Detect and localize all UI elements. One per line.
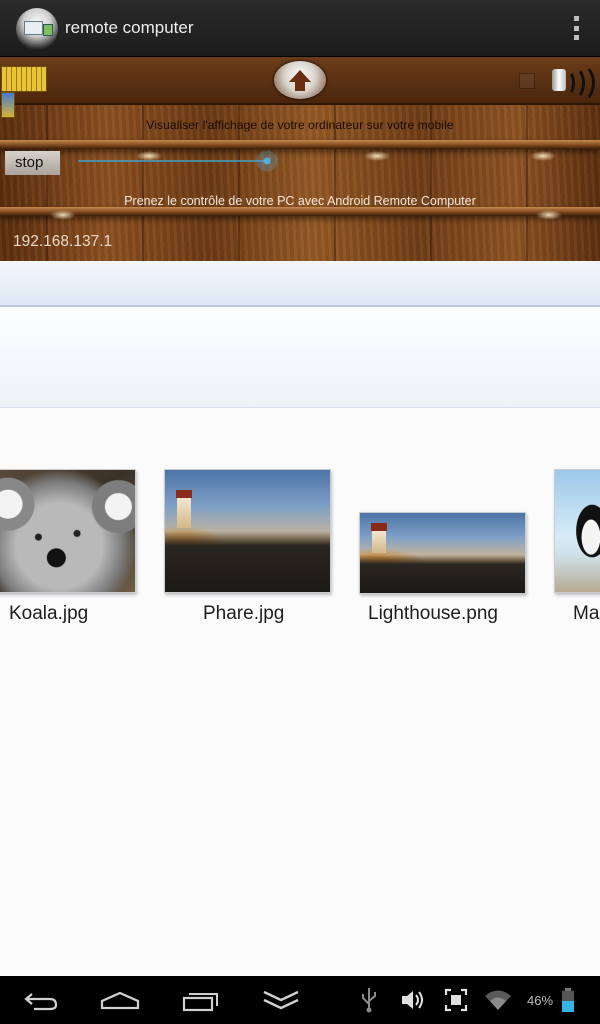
file-name: Koala.jpg	[9, 603, 89, 624]
file-name: Phare.jpg	[203, 603, 285, 624]
file-name: Ma	[573, 603, 600, 624]
penguin-thumbnail	[554, 469, 600, 593]
remote-screen-view[interactable]: Koala.jpg Phare.jpg Lighthouse.png Ma	[0, 261, 600, 976]
hide-keyboard-icon[interactable]	[262, 986, 300, 1014]
explorer-toolbar	[0, 261, 600, 307]
usb-icon	[360, 986, 378, 1014]
slider-thumb[interactable]	[256, 150, 278, 172]
remote-control-panel: Visualiser l'affichage de votre ordinate…	[0, 57, 600, 261]
keyboard-icon[interactable]	[1, 66, 59, 118]
overflow-menu-icon[interactable]	[572, 16, 580, 40]
speaker-icon[interactable]	[550, 63, 596, 103]
ip-address: 192.168.137.1	[13, 233, 113, 250]
home-icon[interactable]	[100, 986, 140, 1014]
sound-checkbox[interactable]	[519, 73, 535, 89]
back-icon[interactable]	[22, 986, 60, 1014]
recent-apps-icon[interactable]	[182, 986, 220, 1014]
shelf-light	[536, 210, 562, 220]
lighthouse-thumbnail	[359, 512, 526, 594]
volume-icon	[400, 986, 428, 1014]
shelf-divider	[0, 140, 600, 149]
shelf-light	[530, 151, 556, 161]
koala-thumbnail	[0, 469, 136, 593]
slider-track	[78, 160, 268, 162]
shelf-light	[364, 151, 390, 161]
action-bar: remote computer	[0, 0, 600, 57]
control-pc-text: Prenez le contrôle de votre PC avec Andr…	[124, 194, 476, 208]
shelf-light	[50, 210, 76, 220]
shelf-divider	[0, 207, 600, 216]
battery-percent: 46%	[527, 993, 554, 1008]
visualize-screen-text: Visualiser l'affichage de votre ordinate…	[146, 118, 454, 132]
battery-icon	[561, 986, 575, 1014]
app-icon[interactable]	[16, 8, 58, 50]
screenshot-icon	[444, 986, 468, 1014]
phare-thumbnail	[164, 469, 331, 593]
upload-arrow-icon[interactable]	[274, 61, 326, 99]
app-title: remote computer	[65, 18, 194, 37]
system-bar: 46%	[0, 976, 600, 1024]
file-name: Lighthouse.png	[368, 603, 498, 624]
stop-button[interactable]: stop	[5, 151, 60, 175]
wifi-icon	[484, 986, 512, 1014]
explorer-header	[0, 307, 600, 408]
quality-slider[interactable]	[78, 150, 278, 172]
